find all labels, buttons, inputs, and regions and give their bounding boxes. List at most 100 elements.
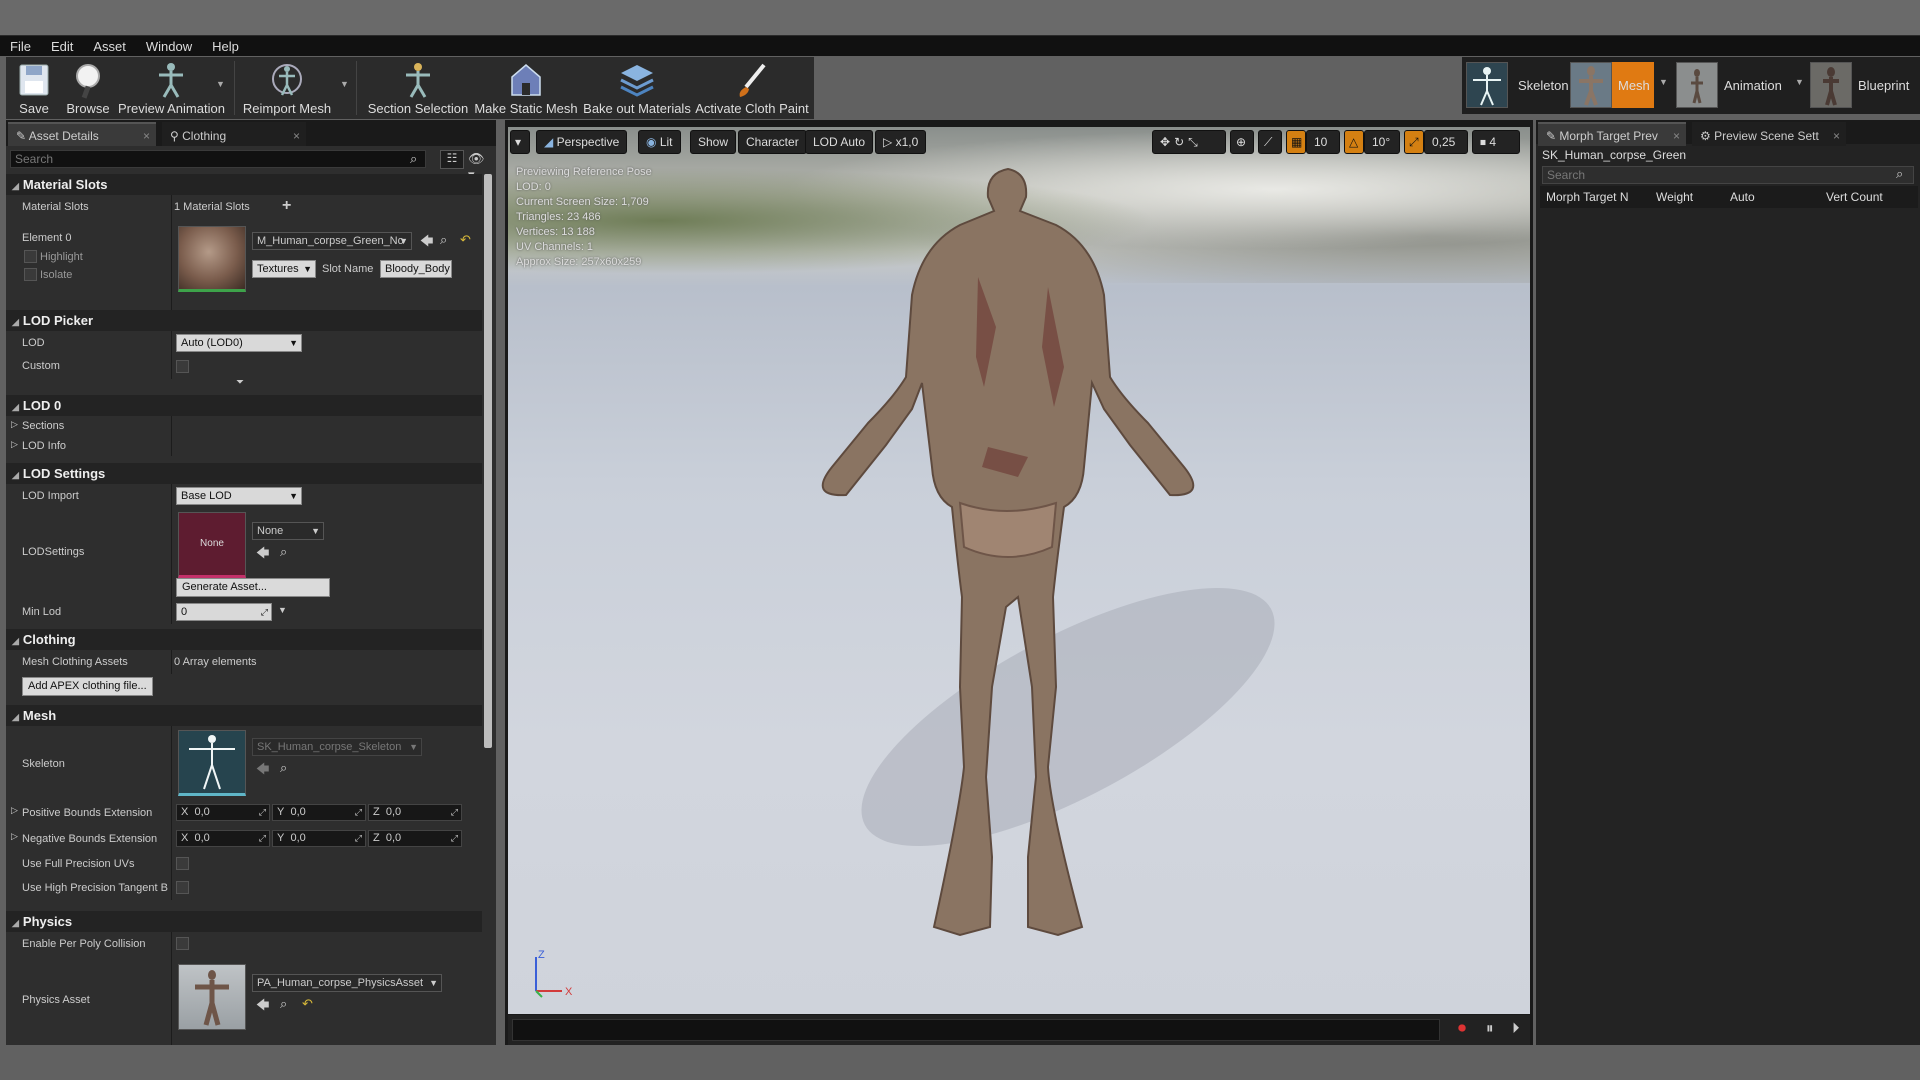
category-mesh[interactable]: ◢ Mesh bbox=[6, 705, 482, 726]
playback-speed-button[interactable]: ▷ x1,0 bbox=[875, 130, 927, 154]
mode-blueprint[interactable]: Blueprint bbox=[1810, 62, 1918, 108]
tab-asset-details[interactable]: ✎ Asset Details × bbox=[8, 122, 156, 146]
menu-window[interactable]: Window bbox=[136, 36, 202, 57]
lodsettings-thumbnail[interactable]: None bbox=[178, 512, 246, 578]
preview-animation-button[interactable]: Preview Animation bbox=[118, 57, 225, 119]
category-lod-settings[interactable]: ◢ LOD Settings bbox=[6, 463, 482, 484]
positive-bounds-y[interactable]: Y 0,0 ⤢ bbox=[272, 804, 366, 821]
rotation-snap-toggle[interactable]: △ bbox=[1344, 130, 1364, 154]
close-tab-icon[interactable]: × bbox=[1833, 124, 1840, 148]
mode-animation[interactable]: Animation bbox=[1676, 62, 1784, 108]
high-precision-tangent-checkbox[interactable] bbox=[176, 881, 189, 894]
surface-snap-toggle[interactable]: ⟋ bbox=[1258, 130, 1282, 154]
translate-icon[interactable]: ✥ bbox=[1160, 135, 1174, 149]
scale-snap-value[interactable]: 0,25 bbox=[1424, 130, 1468, 154]
category-material-slots[interactable]: ◢ Material Slots bbox=[6, 174, 482, 195]
record-icon[interactable]: ⏺ bbox=[1458, 1020, 1466, 1038]
browse-search-icon[interactable]: ⌕ bbox=[440, 232, 447, 248]
lod-auto-button[interactable]: LOD Auto bbox=[805, 130, 874, 154]
mode-skeleton[interactable]: Skeleton bbox=[1466, 62, 1569, 108]
column-vert-count[interactable]: Vert Count bbox=[1826, 190, 1883, 204]
menu-help[interactable]: Help bbox=[202, 36, 249, 57]
full-precision-uvs-checkbox[interactable] bbox=[176, 857, 189, 870]
generate-asset-button[interactable]: Generate Asset... bbox=[176, 578, 330, 597]
expand-triangle-icon[interactable]: ▷ bbox=[11, 805, 18, 816]
reimport-dropdown-icon[interactable]: ▼ bbox=[340, 79, 349, 89]
world-local-toggle[interactable]: ⊕ bbox=[1230, 130, 1254, 154]
close-tab-icon[interactable]: × bbox=[1673, 124, 1680, 148]
perspective-button[interactable]: ◢ Perspective bbox=[536, 130, 628, 154]
preview-animation-dropdown-icon[interactable]: ▼ bbox=[216, 79, 225, 89]
bake-out-materials-button[interactable]: Bake out Materials bbox=[580, 57, 694, 119]
tab-clothing[interactable]: ⚲ Clothing × bbox=[162, 122, 306, 146]
show-button[interactable]: Show bbox=[690, 130, 737, 154]
min-lod-field[interactable]: 0 ⤢ bbox=[176, 603, 272, 621]
column-auto[interactable]: Auto bbox=[1730, 190, 1755, 204]
category-physics[interactable]: ◢ Physics bbox=[6, 911, 482, 932]
grid-snap-toggle[interactable]: ▦ bbox=[1286, 130, 1306, 154]
material-picker[interactable]: M_Human_corpse_Green_No ▼ bbox=[252, 232, 412, 250]
reset-arrow-icon[interactable]: ↶ bbox=[302, 996, 313, 1012]
material-thumbnail[interactable] bbox=[178, 226, 246, 292]
viewport-3d-scene[interactable]: Previewing Reference Pose LOD: 0 Current… bbox=[508, 127, 1530, 1014]
expand-triangle-icon[interactable]: ▷ bbox=[11, 439, 18, 450]
highlight-checkbox[interactable] bbox=[24, 250, 37, 263]
mesh-mode-dropdown-icon[interactable]: ▼ bbox=[1659, 77, 1668, 87]
lod-import-dropdown[interactable]: Base LOD ▼ bbox=[176, 487, 302, 505]
physics-asset-picker[interactable]: PA_Human_corpse_PhysicsAsset ▼ bbox=[252, 974, 442, 992]
use-selected-arrow-icon[interactable]: 🡄 bbox=[420, 232, 433, 254]
character-button[interactable]: Character bbox=[738, 130, 807, 154]
animation-mode-dropdown-icon[interactable]: ▼ bbox=[1795, 77, 1804, 87]
skeleton-thumbnail[interactable] bbox=[178, 730, 246, 796]
menu-asset[interactable]: Asset bbox=[83, 36, 136, 57]
pause-icon[interactable]: ⏸ bbox=[1486, 1020, 1494, 1037]
property-matrix-icon[interactable]: ☷ bbox=[440, 150, 464, 169]
add-apex-clothing-button[interactable]: Add APEX clothing file... bbox=[22, 677, 153, 696]
rotate-icon[interactable]: ↻ bbox=[1174, 135, 1188, 149]
expand-advanced-icon[interactable]: ⏷ bbox=[236, 377, 244, 388]
transform-tools-group[interactable]: ✥↻⤡ bbox=[1152, 130, 1226, 154]
grid-snap-value[interactable]: 10 bbox=[1306, 130, 1340, 154]
positive-bounds-z[interactable]: Z 0,0 ⤢ bbox=[368, 804, 462, 821]
step-forward-icon[interactable]: ⏵ bbox=[1512, 1020, 1520, 1037]
textures-dropdown[interactable]: Textures ▼ bbox=[252, 260, 316, 278]
lod-info-row[interactable]: ▷ LOD Info bbox=[6, 436, 482, 456]
custom-checkbox[interactable] bbox=[176, 360, 189, 373]
browse-button[interactable]: Browse bbox=[60, 57, 116, 119]
lodsettings-picker[interactable]: None ▼ bbox=[252, 522, 324, 540]
tab-morph-target-preview[interactable]: ✎ Morph Target Prev × bbox=[1538, 122, 1686, 146]
morph-search-input[interactable]: Search bbox=[1542, 166, 1914, 184]
slot-name-field[interactable]: Bloody_Body bbox=[380, 260, 452, 278]
column-weight[interactable]: Weight bbox=[1656, 190, 1693, 204]
positive-bounds-x[interactable]: X 0,0 ⤢ bbox=[176, 804, 270, 821]
column-morph-target-name[interactable]: Morph Target N bbox=[1546, 190, 1628, 204]
use-selected-arrow-icon[interactable]: 🡄 bbox=[256, 996, 269, 1018]
make-static-mesh-button[interactable]: Make Static Mesh bbox=[472, 57, 580, 119]
viewport-options-button[interactable]: ▾ bbox=[510, 130, 530, 154]
use-selected-arrow-icon[interactable]: 🡄 bbox=[256, 544, 269, 566]
browse-search-icon[interactable]: ⌕ bbox=[280, 544, 287, 560]
category-lod-0[interactable]: ◢ LOD 0 bbox=[6, 395, 482, 416]
menu-file[interactable]: File bbox=[0, 36, 41, 57]
expand-triangle-icon[interactable]: ▷ bbox=[11, 831, 18, 842]
add-plus-icon[interactable]: + bbox=[282, 197, 291, 215]
category-lod-picker[interactable]: ◢ LOD Picker bbox=[6, 310, 482, 331]
category-clothing[interactable]: ◢ Clothing bbox=[6, 629, 482, 650]
section-selection-button[interactable]: Section Selection bbox=[364, 57, 472, 119]
timeline-scrubber[interactable] bbox=[512, 1019, 1440, 1041]
chevron-down-icon[interactable]: ▼ bbox=[278, 605, 287, 615]
scale-icon[interactable]: ⤡ bbox=[1188, 135, 1202, 149]
tab-preview-scene-settings[interactable]: ⚙ Preview Scene Sett × bbox=[1692, 122, 1846, 146]
physics-asset-thumbnail[interactable] bbox=[178, 964, 246, 1030]
lit-button[interactable]: ◉ Lit bbox=[638, 130, 681, 154]
isolate-checkbox[interactable] bbox=[24, 268, 37, 281]
browse-search-icon[interactable]: ⌕ bbox=[280, 996, 287, 1012]
per-poly-collision-checkbox[interactable] bbox=[176, 937, 189, 950]
reset-arrow-icon[interactable]: ↶ bbox=[460, 232, 471, 248]
close-tab-icon[interactable]: × bbox=[143, 124, 150, 148]
rotation-snap-value[interactable]: 10° bbox=[1364, 130, 1400, 154]
close-tab-icon[interactable]: × bbox=[293, 124, 300, 148]
negative-bounds-x[interactable]: X 0,0 ⤢ bbox=[176, 830, 270, 847]
mode-mesh[interactable]: Mesh bbox=[1570, 62, 1654, 108]
scale-snap-toggle[interactable]: ⤢ bbox=[1404, 130, 1424, 154]
